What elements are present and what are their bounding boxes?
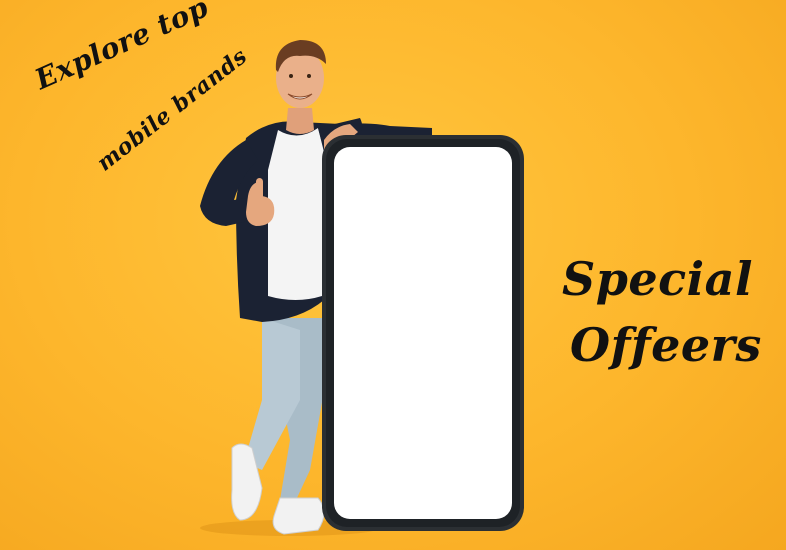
phone-screen bbox=[334, 147, 512, 519]
headline-line-2: Offeers bbox=[570, 318, 762, 372]
promo-banner: Explore top mobile brands Special Offeer… bbox=[0, 0, 786, 550]
blank-smartphone bbox=[322, 135, 524, 531]
headline-line-1: Special bbox=[562, 252, 753, 306]
